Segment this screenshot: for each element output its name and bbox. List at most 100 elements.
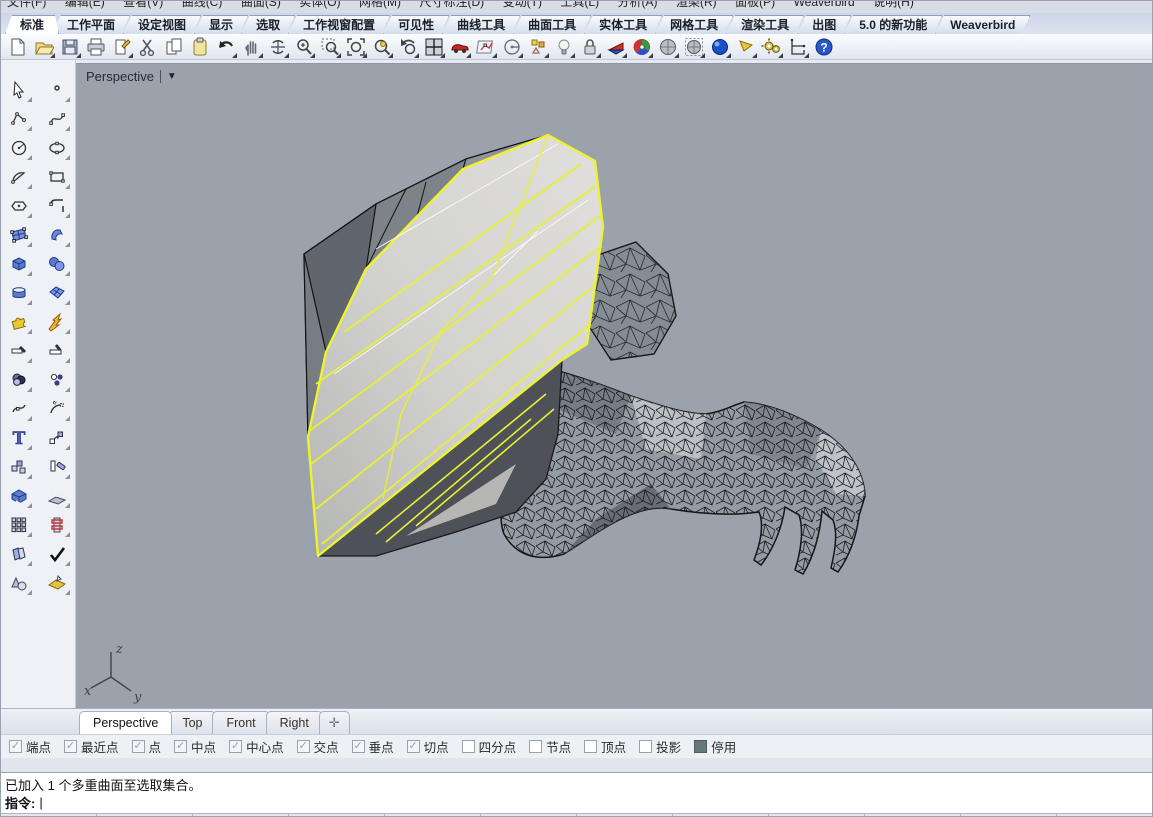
- extrude-icon[interactable]: [42, 482, 72, 509]
- osnap-disable[interactable]: 停用: [694, 737, 736, 756]
- tab-set-view[interactable]: 设定视图: [123, 15, 201, 34]
- lightbulb-icon[interactable]: [551, 35, 576, 59]
- viewport-layout-icon[interactable]: [421, 35, 446, 59]
- undo-view-icon[interactable]: [395, 35, 420, 59]
- zoom-selected-icon[interactable]: [369, 35, 394, 59]
- section-clamp-icon[interactable]: [42, 511, 72, 538]
- primitives-icon[interactable]: [4, 569, 34, 596]
- tab-render-tools[interactable]: 渲染工具: [726, 15, 804, 34]
- osnap-vertex-checkbox[interactable]: [584, 740, 597, 753]
- box-icon[interactable]: [4, 250, 34, 277]
- menu-solid[interactable]: 实体(O): [299, 1, 340, 10]
- viewport-title[interactable]: Perspective ▼: [86, 69, 177, 84]
- rotate-view-icon[interactable]: [265, 35, 290, 59]
- osnap-center-checkbox[interactable]: ✓: [229, 740, 242, 753]
- tab-mesh-tools[interactable]: 网格工具: [655, 15, 733, 34]
- boolean-spheres-icon[interactable]: [42, 250, 72, 277]
- tab-solid-tools[interactable]: 实体工具: [584, 15, 662, 34]
- car-icon[interactable]: [447, 35, 472, 59]
- osnap-end[interactable]: ✓端点: [9, 737, 51, 756]
- cplane-circle-icon[interactable]: [499, 35, 524, 59]
- osnap-disable-checkbox[interactable]: [694, 740, 707, 753]
- tab-visibility[interactable]: 可见性: [383, 15, 449, 34]
- rebuild-curve-icon[interactable]: [42, 395, 72, 422]
- text-icon[interactable]: T: [4, 424, 34, 451]
- osnap-intersection-checkbox[interactable]: ✓: [297, 740, 310, 753]
- menu-help[interactable]: 说明(H): [873, 1, 914, 10]
- menu-panels[interactable]: 面板(P): [735, 1, 775, 10]
- help-icon[interactable]: ?: [811, 35, 836, 59]
- osnap-vertex[interactable]: 顶点: [584, 737, 626, 756]
- menu-curve[interactable]: 曲线(C): [182, 1, 223, 10]
- polyline-icon[interactable]: [4, 105, 34, 132]
- array-grid-icon[interactable]: [4, 511, 34, 538]
- menu-tools[interactable]: 工具(L): [560, 1, 599, 10]
- menu-dimension[interactable]: 尺寸标注(D): [420, 1, 485, 10]
- cut-icon[interactable]: [135, 35, 160, 59]
- ellipse-icon[interactable]: [42, 134, 72, 161]
- open-file-icon[interactable]: [31, 35, 56, 59]
- menu-transform[interactable]: 变动(T): [503, 1, 542, 10]
- osnap-end-checkbox[interactable]: ✓: [9, 740, 22, 753]
- boolean-venn-icon[interactable]: [4, 366, 34, 393]
- viewport-tab-top[interactable]: Top: [168, 711, 216, 734]
- undo-icon[interactable]: [213, 35, 238, 59]
- tab-new-in-50[interactable]: 5.0 的新功能: [844, 15, 942, 34]
- point-icon[interactable]: [42, 76, 72, 103]
- osnap-quadrant[interactable]: 四分点: [462, 737, 517, 756]
- tab-drafting[interactable]: 出图: [797, 15, 851, 34]
- viewport-title-dropdown-icon[interactable]: ▼: [167, 71, 177, 82]
- osnap-knot-checkbox[interactable]: [529, 740, 542, 753]
- tab-surface-tools[interactable]: 曲面工具: [513, 15, 591, 34]
- 3d-model-canvas[interactable]: z x y: [76, 64, 1153, 708]
- puzzle-icon[interactable]: [4, 308, 34, 335]
- rectangle-icon[interactable]: [42, 163, 72, 190]
- tab-weaverbird[interactable]: Weaverbird: [935, 15, 1030, 34]
- save-icon[interactable]: [57, 35, 82, 59]
- polygon-icon[interactable]: [4, 192, 34, 219]
- control-points-surface-icon[interactable]: [4, 221, 34, 248]
- tab-viewport-layout[interactable]: 工作视窗配置: [288, 15, 390, 34]
- color-wheel-icon[interactable]: [629, 35, 654, 59]
- paste-icon[interactable]: [187, 35, 212, 59]
- print-icon[interactable]: [83, 35, 108, 59]
- copy-pair-icon[interactable]: [4, 540, 34, 567]
- split-icon[interactable]: [42, 337, 72, 364]
- copy-icon[interactable]: [161, 35, 186, 59]
- plan-view-icon[interactable]: [473, 35, 498, 59]
- render-region-icon[interactable]: [681, 35, 706, 59]
- zoom-dynamic-icon[interactable]: [291, 35, 316, 59]
- menu-weaverbird[interactable]: Weaverbird: [794, 1, 855, 9]
- osnap-center[interactable]: ✓中心点: [229, 737, 284, 756]
- osnap-project-checkbox[interactable]: [639, 740, 652, 753]
- osnap-quadrant-checkbox[interactable]: [462, 740, 475, 753]
- new-file-icon[interactable]: [5, 35, 30, 59]
- move-icon[interactable]: [42, 424, 72, 451]
- curve-icon[interactable]: [42, 105, 72, 132]
- perspective-viewport[interactable]: Perspective ▼: [76, 63, 1153, 708]
- osnap-perpendicular[interactable]: ✓垂点: [352, 737, 394, 756]
- render-blue-sphere-icon[interactable]: [707, 35, 732, 59]
- circle-icon[interactable]: [4, 134, 34, 161]
- point-edit-icon[interactable]: [42, 366, 72, 393]
- menu-edit[interactable]: 编辑(E): [65, 1, 105, 10]
- menu-view[interactable]: 查看(V): [123, 1, 163, 10]
- viewport-tab-front[interactable]: Front: [212, 711, 269, 734]
- osnap-intersection[interactable]: ✓交点: [297, 737, 339, 756]
- viewport-tab-perspective[interactable]: Perspective: [79, 711, 172, 734]
- trim-icon[interactable]: [4, 337, 34, 364]
- menu-render[interactable]: 渲染(R): [676, 1, 717, 10]
- lock-icon[interactable]: [577, 35, 602, 59]
- viewport-tab-right[interactable]: Right: [266, 711, 323, 734]
- notify-cone-icon[interactable]: [733, 35, 758, 59]
- osnap-point[interactable]: ✓点: [132, 737, 162, 756]
- zoom-window-icon[interactable]: [317, 35, 342, 59]
- menu-analyze[interactable]: 分析(A): [618, 1, 658, 10]
- cylinder-icon[interactable]: [4, 279, 34, 306]
- arc-icon[interactable]: [4, 163, 34, 190]
- tab-select[interactable]: 选取: [241, 15, 295, 34]
- osnap-point-checkbox[interactable]: ✓: [132, 740, 145, 753]
- curve-handle-icon[interactable]: [4, 395, 34, 422]
- zoom-extents-icon[interactable]: [343, 35, 368, 59]
- surface-pen-icon[interactable]: [42, 569, 72, 596]
